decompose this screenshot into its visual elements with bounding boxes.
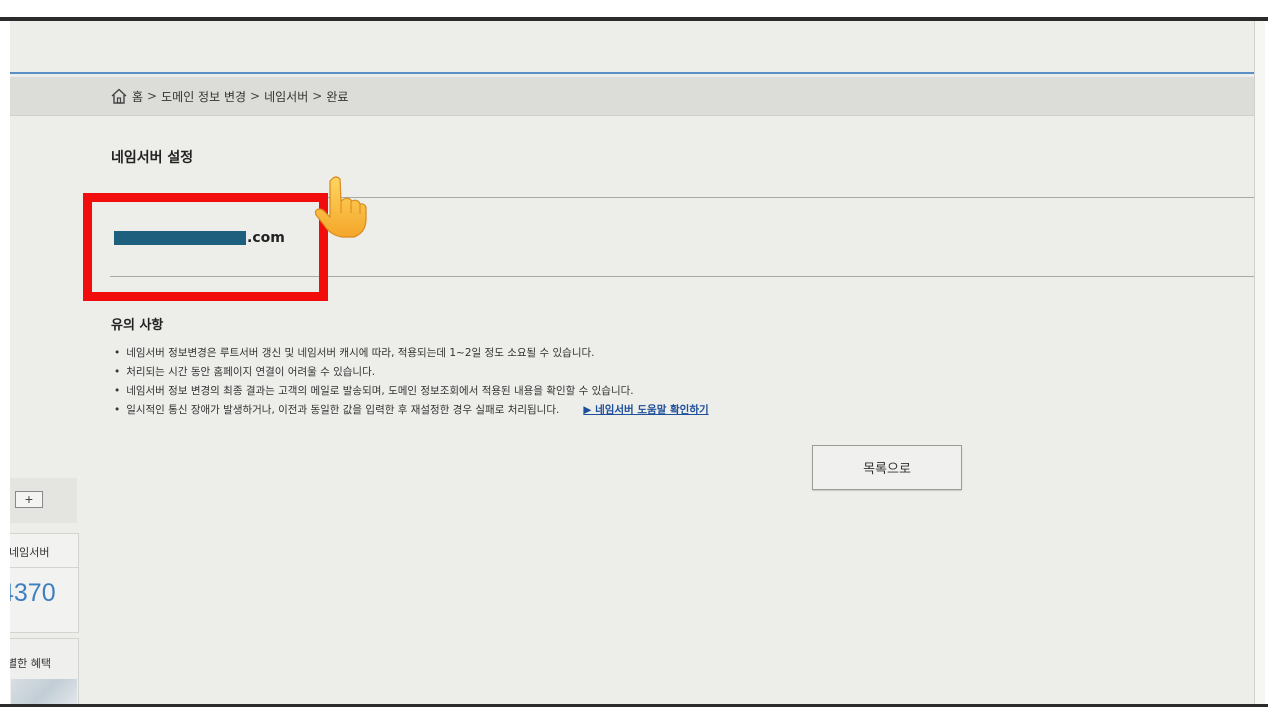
expand-plus-button[interactable]: + <box>15 491 43 508</box>
breadcrumb-separator: > <box>147 89 158 103</box>
highlight-annotation-box <box>83 193 328 301</box>
breadcrumb-domain-info[interactable]: 도메인 정보 변경 <box>161 88 246 105</box>
breadcrumb-separator: > <box>312 89 323 103</box>
sidebar-nameserver-label: 네임서버 <box>10 546 50 559</box>
breadcrumb-complete: 완료 <box>326 89 349 104</box>
nameserver-help-link[interactable]: ▶ 네임서버 도움말 확인하기 <box>583 404 708 416</box>
notice-text: 처리되는 시간 동안 홈페이지 연결이 어려울 수 있습니다. <box>126 366 376 378</box>
breadcrumb-nameserver[interactable]: 네임서버 <box>264 88 308 105</box>
sidebar-benefit-image <box>11 679 77 704</box>
notice-item: • 처리되는 시간 동안 홈페이지 연결이 어려울 수 있습니다. <box>114 363 709 382</box>
notice-text: 네임서버 정보 변경의 최종 결과는 고객의 메일로 발송되며, 도메인 정보조… <box>126 385 634 397</box>
home-icon[interactable] <box>110 87 128 105</box>
sidebar-benefit-card[interactable]: 별한 혜택 <box>10 638 79 704</box>
breadcrumb-bar: 홈 > 도메인 정보 변경 > 네임서버 > 완료 <box>10 77 1264 116</box>
notice-text: 네임서버 정보변경은 루트서버 갱신 및 네임서버 캐시에 따라, 적용되는데 … <box>126 347 595 359</box>
notice-item: • 네임서버 정보변경은 루트서버 갱신 및 네임서버 캐시에 따라, 적용되는데… <box>114 344 709 363</box>
browser-viewport: 홈 > 도메인 정보 변경 > 네임서버 > 완료 네임서버 설정 .com 유… <box>10 21 1264 704</box>
header-accent-line <box>10 72 1264 74</box>
breadcrumb-home[interactable]: 홈 <box>132 88 143 105</box>
screenshot-frame: 홈 > 도메인 정보 변경 > 네임서버 > 완료 네임서버 설정 .com 유… <box>0 0 1280 720</box>
sidebar-plus-card: + <box>10 478 77 523</box>
breadcrumb-separator: > <box>250 89 261 103</box>
notice-title: 유의 사항 <box>111 318 164 333</box>
sidebar-nameserver-number: 4370 <box>10 579 56 607</box>
bullet: • <box>114 366 121 378</box>
breadcrumb: 홈 > 도메인 정보 변경 > 네임서버 > 완료 <box>110 87 348 105</box>
notice-text: 일시적인 통신 장애가 발생하거나, 이전과 동일한 값을 입력한 후 재설정한… <box>126 404 560 416</box>
notice-list: • 네임서버 정보변경은 루트서버 갱신 및 네임서버 캐시에 따라, 적용되는데… <box>114 344 709 420</box>
bottom-border <box>0 704 1268 707</box>
bullet: • <box>114 347 121 359</box>
bullet: • <box>114 404 121 416</box>
pointing-hand-icon <box>314 176 367 238</box>
window-right-edge <box>1254 21 1265 704</box>
sidebar-benefit-label: 별한 혜택 <box>10 657 51 670</box>
sidebar-card-divider <box>10 567 78 568</box>
notice-item: • 네임서버 정보 변경의 최종 결과는 고객의 메일로 발송되며, 도메인 정보… <box>114 382 709 401</box>
back-to-list-button[interactable]: 목록으로 <box>812 445 962 490</box>
notice-item: • 일시적인 통신 장애가 발생하거나, 이전과 동일한 값을 입력한 후 재설정… <box>114 401 709 420</box>
bullet: • <box>114 385 121 397</box>
page-title: 네임서버 설정 <box>111 150 194 166</box>
sidebar-nameserver-card[interactable]: 네임서버 4370 <box>10 533 79 633</box>
